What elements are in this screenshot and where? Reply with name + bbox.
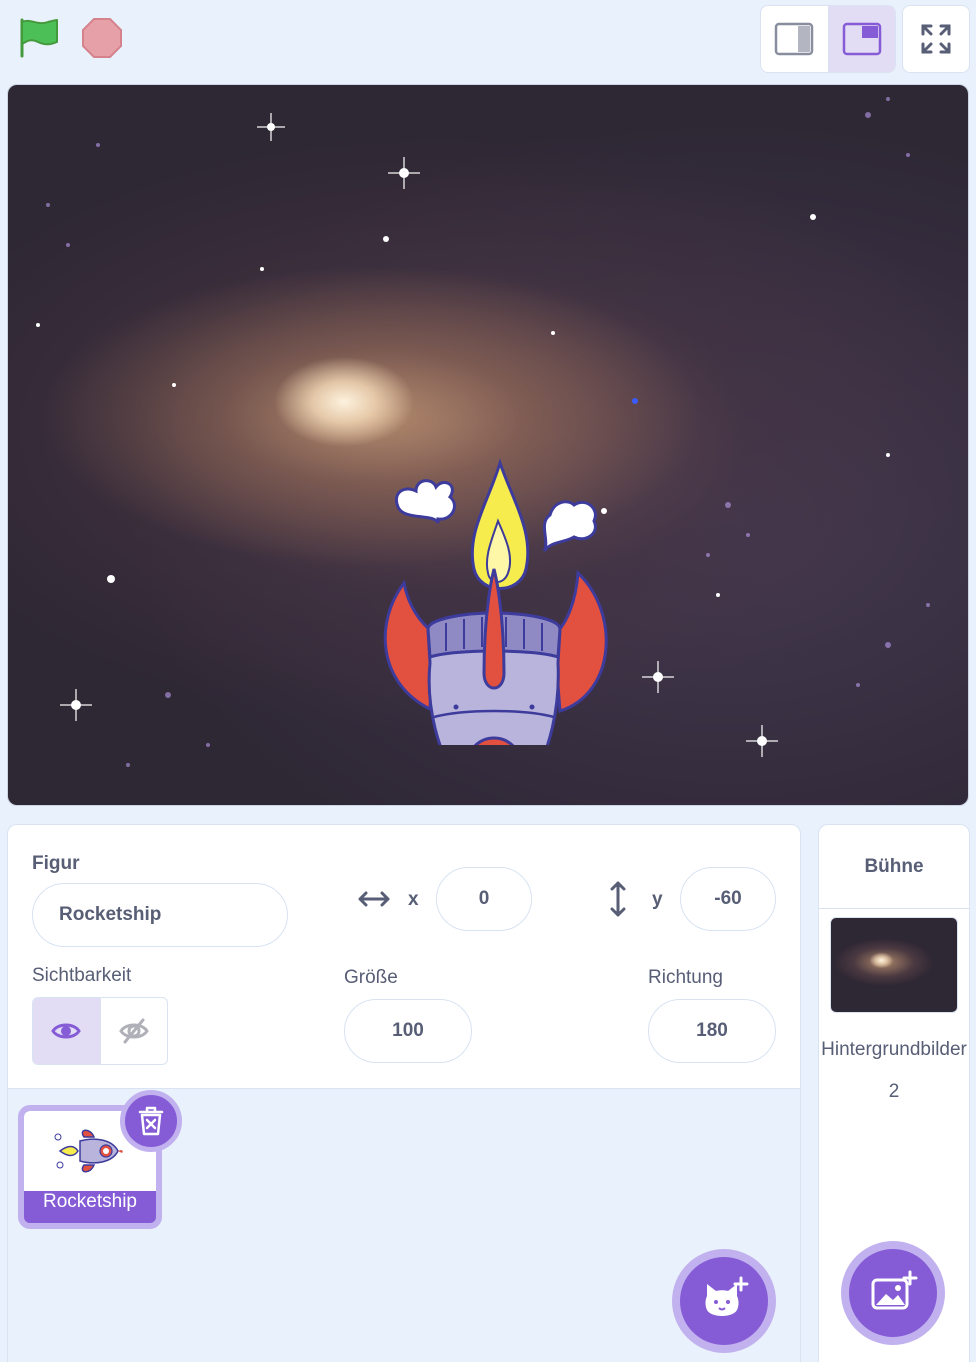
- stage-thumbnail[interactable]: [830, 917, 958, 1013]
- sprite-label: Figur: [32, 853, 80, 874]
- choose-backdrop-button[interactable]: [841, 1241, 945, 1345]
- sprite-pane: Figur Rocketship x 0 y -60 Sichtbarkeit: [7, 824, 801, 1362]
- rocketship-sprite[interactable]: [364, 373, 624, 745]
- sprite-name-input[interactable]: Rocketship: [32, 883, 288, 947]
- fin-left: [383, 579, 436, 712]
- hide-button[interactable]: [99, 998, 168, 1064]
- sprite-tile-name: Rocketship: [43, 1191, 137, 1212]
- delete-sprite-button[interactable]: [120, 1090, 182, 1152]
- stage-selector[interactable]: Bühne Hintergrundbilder 2: [818, 824, 970, 1362]
- trash-icon: [138, 1106, 164, 1136]
- eye-slash-icon: [118, 1018, 149, 1044]
- image-plus-icon: [871, 1270, 918, 1310]
- x-input[interactable]: 0: [436, 867, 532, 931]
- cat-plus-icon: [705, 1276, 749, 1316]
- sprite-info: Figur Rocketship x 0 y -60 Sichtbarkeit: [8, 825, 800, 1089]
- stage-title: Bühne: [819, 825, 969, 909]
- choose-sprite-button[interactable]: [672, 1249, 776, 1353]
- backdrops-label: Hintergrundbilder: [821, 1039, 967, 1060]
- y-label: y: [652, 889, 663, 910]
- stage-size-toggle: [760, 5, 896, 73]
- visibility-label: Sichtbarkeit: [32, 965, 132, 986]
- normal-stage-icon: [842, 22, 881, 56]
- y-arrows-icon: [610, 881, 626, 917]
- y-input[interactable]: -60: [680, 867, 776, 931]
- size-label: Größe: [344, 967, 398, 988]
- visibility-toggle: [32, 997, 168, 1065]
- eye-icon: [51, 1023, 82, 1039]
- smoke-right: [542, 500, 597, 553]
- show-button[interactable]: [33, 998, 100, 1064]
- small-stage-icon: [775, 22, 814, 56]
- stop-icon[interactable]: [80, 16, 124, 60]
- size-input[interactable]: 100: [344, 999, 472, 1063]
- fullscreen-button[interactable]: [902, 5, 970, 73]
- rocketship-thumbnail-icon: [54, 1129, 123, 1173]
- fin-right: [552, 569, 608, 714]
- direction-label: Richtung: [648, 967, 723, 988]
- x-arrows-icon: [358, 891, 390, 907]
- green-flag-icon[interactable]: [16, 16, 60, 60]
- smoke-left: [395, 479, 456, 524]
- direction-input[interactable]: 180: [648, 999, 776, 1063]
- backdrops-count: 2: [888, 1081, 900, 1102]
- stage-canvas[interactable]: [7, 84, 969, 806]
- normal-stage-button[interactable]: [827, 6, 895, 72]
- small-stage-button[interactable]: [761, 6, 828, 72]
- x-label: x: [408, 889, 419, 910]
- fullscreen-icon: [921, 24, 951, 54]
